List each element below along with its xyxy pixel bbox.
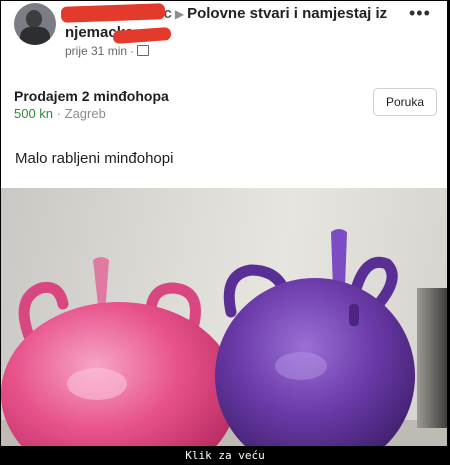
purple-highlight	[275, 352, 327, 380]
post-header-title: vic▶Polovne stvari i namjestaj iz	[151, 5, 387, 22]
listing-location: Zagreb	[64, 106, 106, 121]
message-button[interactable]: Poruka	[373, 88, 437, 116]
listing-price: 500 kn	[14, 106, 54, 121]
privacy-icon	[137, 45, 150, 57]
post-time[interactable]: prije 31 min	[65, 44, 127, 58]
meta-separator: ·	[130, 44, 135, 58]
listing-price-line: 500 kn · Zagreb	[14, 106, 106, 121]
avatar[interactable]	[14, 3, 56, 45]
pink-highlight	[67, 368, 127, 400]
more-options-icon[interactable]: •••	[409, 3, 431, 24]
redaction-mark	[60, 3, 166, 23]
avatar-head	[26, 10, 42, 28]
hopper-balls-illustration	[1, 229, 415, 446]
group-name-link[interactable]: Polovne stvari i namjestaj iz	[187, 5, 387, 22]
purple-horn	[331, 229, 347, 288]
location-separator: ·	[56, 106, 62, 121]
listing-title[interactable]: Prodajem 2 minđohopa	[14, 88, 169, 104]
redaction-mark-small	[112, 26, 172, 45]
post-meta: prije 31 min ·	[65, 44, 150, 58]
triangle-right-icon: ▶	[174, 7, 185, 21]
view-larger-link[interactable]: Klik za veću	[0, 446, 450, 465]
post-body-text: Malo rabljeni minđohopi	[15, 150, 174, 167]
avatar-body	[20, 27, 50, 45]
post-card: vic▶Polovne stvari i namjestaj iz njemac…	[1, 1, 447, 446]
post-photo[interactable]	[1, 188, 447, 446]
purple-valve	[349, 304, 359, 326]
